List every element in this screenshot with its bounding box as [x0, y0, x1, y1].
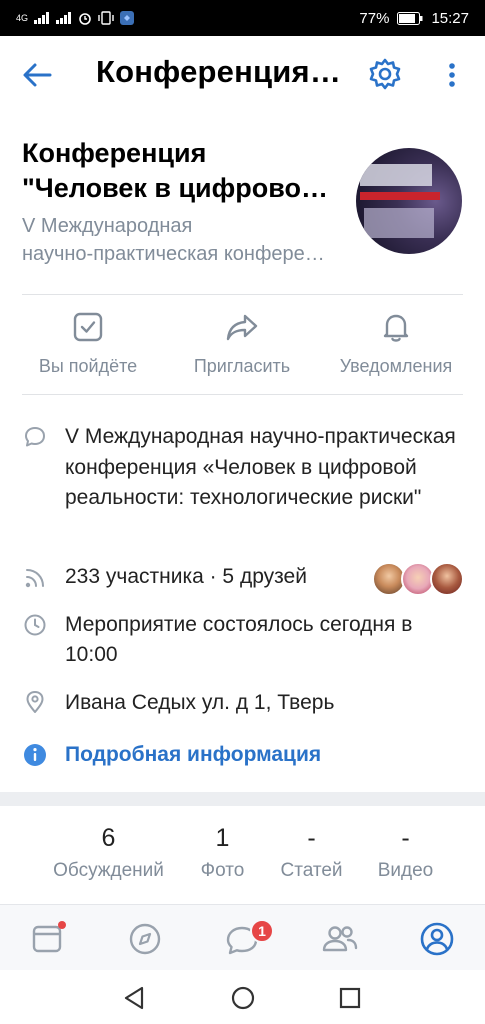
- system-navigation-bar: [0, 970, 485, 1024]
- more-vertical-icon[interactable]: [440, 58, 464, 92]
- profile-icon[interactable]: [417, 919, 457, 959]
- battery-percent: 77%: [359, 9, 390, 27]
- counter-label: Видео: [377, 860, 434, 881]
- event-name: Конференция "Человек в цифровой реальнос…: [22, 136, 332, 206]
- comment-icon: [25, 427, 45, 447]
- app-notification-icon: [120, 11, 135, 25]
- event-description: V Международная научно-практическая конф…: [65, 425, 456, 509]
- friend-avatar: [430, 562, 464, 596]
- notifications-button[interactable]: Уведомления: [326, 310, 466, 390]
- signal-2-icon: [56, 12, 72, 24]
- friends-icon[interactable]: [320, 919, 360, 959]
- home-circle-icon[interactable]: [229, 984, 257, 1012]
- bell-icon: [383, 314, 409, 342]
- vibrate-icon: [98, 11, 114, 25]
- alarm-icon: [79, 13, 91, 25]
- invite-button[interactable]: Пригласить: [172, 310, 312, 390]
- event-subtitle-line1: V Международная: [22, 215, 193, 237]
- compass-icon[interactable]: [125, 919, 165, 959]
- back-triangle-icon[interactable]: [120, 984, 148, 1012]
- podcast-rss-icon: [25, 569, 44, 588]
- clock: 15:27: [431, 9, 469, 27]
- divider: [22, 294, 463, 295]
- going-button[interactable]: Вы пойдёте: [18, 310, 158, 390]
- event-address: Ивана Седых ул. д 1, Тверь: [65, 691, 335, 714]
- event-time: Мероприятие состоялось сегодня в 10:00: [65, 613, 413, 666]
- bottom-tab-bar: 1: [0, 904, 485, 970]
- toolbar: Конференция "Человек в цифровой реальнос…: [0, 36, 485, 114]
- battery-icon: [397, 11, 423, 25]
- share-arrow-icon: [226, 314, 258, 341]
- check-square-icon: [73, 312, 103, 342]
- going-label: Вы пойдёте: [38, 356, 138, 376]
- avatar-poster-stripe: [360, 192, 440, 200]
- event-avatar[interactable]: [356, 148, 462, 254]
- network-type: 4G: [16, 13, 29, 23]
- more-info-link[interactable]: Подробная информация: [65, 740, 465, 770]
- section-separator: [0, 792, 485, 806]
- invite-label: Пригласить: [193, 356, 291, 376]
- notifications-label: Уведомления: [339, 356, 453, 376]
- friends-avatars[interactable]: [372, 562, 466, 596]
- event-header: Конференция "Человек в цифровой реальнос…: [0, 114, 485, 294]
- event-name-line1: Конференция: [22, 138, 207, 168]
- event-name-line2: "Человек в цифровой реальности": [22, 173, 332, 203]
- messages-badge-count: 1: [258, 923, 266, 939]
- counter-label: Обсуждений: [53, 860, 164, 881]
- counter-value: -: [401, 824, 410, 852]
- event-subtitle: V Международная научно-практическая конф…: [22, 212, 332, 268]
- videos-counter[interactable]: - Видео: [345, 824, 466, 882]
- back-arrow-icon[interactable]: [20, 58, 54, 92]
- avatar-poster-block: [364, 208, 434, 238]
- recents-square-icon[interactable]: [336, 984, 364, 1012]
- clock-icon: [24, 614, 46, 636]
- counter-value: 6: [101, 824, 116, 852]
- messages-badge: 1: [250, 919, 274, 943]
- divider: [22, 394, 463, 395]
- event-subtitle-line2: научно-практическая конференция: [22, 243, 332, 265]
- toolbar-title: Конференция "Человек в цифровой реальнос…: [96, 54, 346, 89]
- news-feed-icon[interactable]: [28, 919, 68, 959]
- location-pin-icon: [26, 691, 44, 713]
- avatar-poster-block: [360, 164, 432, 186]
- counters: 6 Обсуждений 1 Фото - Статей - Видео: [0, 806, 485, 902]
- signal-icon: [34, 12, 50, 24]
- gear-icon[interactable]: [367, 56, 403, 92]
- discussions-counter[interactable]: 6 Обсуждений: [48, 824, 169, 882]
- event-actions: Вы пойдёте Пригласить Уведомления: [0, 296, 485, 392]
- info-icon: [24, 744, 46, 766]
- status-bar: 4G 77% 15:27: [0, 0, 485, 36]
